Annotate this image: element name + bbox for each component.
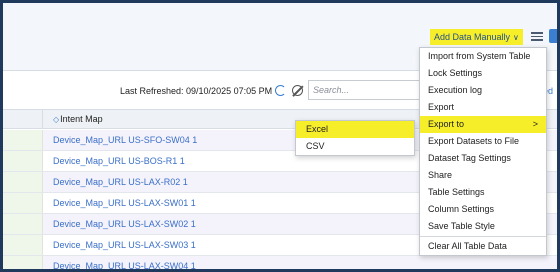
export-to-submenu: Excel CSV [295, 120, 415, 156]
menu-item-dataset-tag-settings[interactable]: Dataset Tag Settings [420, 150, 546, 167]
row-lead-cell [3, 235, 43, 255]
row-lead-cell [3, 256, 43, 269]
intent-map-link[interactable]: Device_Map_URL US-LAX-SW02 1 [53, 219, 196, 229]
last-refreshed-text: Last Refreshed: 09/10/2025 07:05 PM [120, 86, 273, 96]
row-lead-cell [3, 151, 43, 171]
submenu-item-csv[interactable]: CSV [296, 138, 414, 155]
row-lead-cell [3, 130, 43, 150]
menu-item-lock-settings[interactable]: Lock Settings [420, 65, 546, 82]
menu-item-export-datasets-to-file[interactable]: Export Datasets to File [420, 133, 546, 150]
menu-item-clear-all-table-data[interactable]: Clear All Table Data [420, 238, 546, 255]
intent-map-link[interactable]: Device_Map_URL US-SFO-SW04 1 [53, 135, 197, 145]
hide-icon[interactable] [292, 85, 303, 96]
menu-item-export[interactable]: Export [420, 99, 546, 116]
menu-item-export-to-label: Export to [428, 119, 465, 129]
menu-icon[interactable] [531, 30, 543, 42]
chevron-right-icon: > [532, 119, 538, 129]
tree-icon: ◇ [53, 115, 60, 124]
side-tab-icon[interactable] [549, 29, 557, 43]
row-header-cell [3, 110, 43, 128]
column-title: Intent Map [60, 114, 103, 124]
menu-item-import-from-system-table[interactable]: Import from System Table [420, 48, 546, 65]
intent-map-link[interactable]: Device_Map_URL US-BOS-R1 1 [53, 156, 185, 166]
intent-map-link[interactable]: Device_Map_URL US-LAX-R02 1 [53, 177, 188, 187]
menu-divider [420, 236, 546, 237]
row-lead-cell [3, 172, 43, 192]
add-data-manually-button[interactable]: Add Data Manually ∨ [430, 29, 523, 45]
intent-map-link[interactable]: Device_Map_URL US-LAX-SW04 1 [53, 261, 196, 269]
add-data-label: Add Data Manually [434, 32, 511, 42]
intent-map-link[interactable]: Device_Map_URL US-LAX-SW01 1 [53, 198, 196, 208]
chevron-down-icon: ∨ [513, 33, 519, 42]
row-lead-cell [3, 193, 43, 213]
search-input[interactable] [308, 80, 420, 100]
table-row: Device_Map_URL US-LAX-SW04 1 [3, 256, 557, 269]
column-header-intent-map[interactable]: ◇Intent Map [53, 114, 103, 124]
menu-item-column-settings[interactable]: Column Settings [420, 201, 546, 218]
menu-item-export-to[interactable]: Export to > [420, 116, 546, 133]
refresh-icon[interactable] [275, 85, 286, 96]
context-menu: Import from System Table Lock Settings E… [419, 47, 547, 256]
menu-item-share[interactable]: Share [420, 167, 546, 184]
intent-map-link[interactable]: Device_Map_URL US-LAX-SW03 1 [53, 240, 196, 250]
menu-item-execution-log[interactable]: Execution log [420, 82, 546, 99]
menu-item-save-table-style[interactable]: Save Table Style [420, 218, 546, 235]
submenu-item-excel[interactable]: Excel [296, 121, 414, 138]
app-window: Add Data Manually ∨ Last Refreshed: 09/10… [0, 0, 560, 272]
menu-item-table-settings[interactable]: Table Settings [420, 184, 546, 201]
row-lead-cell [3, 214, 43, 234]
